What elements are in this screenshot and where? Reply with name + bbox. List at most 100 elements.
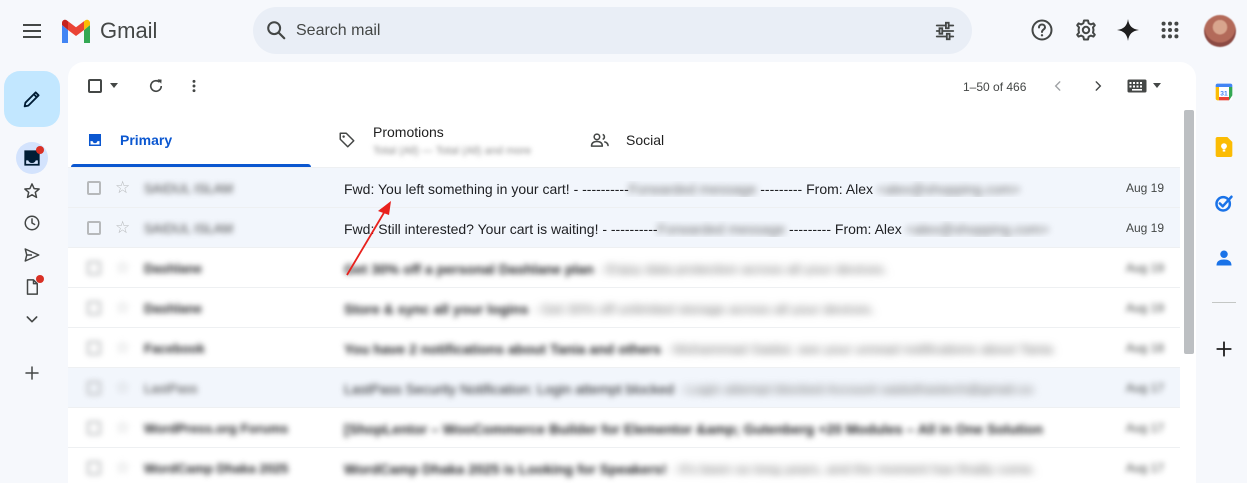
- nav-inbox[interactable]: [16, 142, 48, 174]
- row-checkbox[interactable]: [87, 301, 101, 315]
- tab-primary-label: Primary: [120, 132, 173, 148]
- email-sender: SAIDUL ISLAM: [144, 221, 234, 236]
- main-menu-icon[interactable]: [16, 15, 48, 47]
- refresh-icon[interactable]: [144, 74, 168, 98]
- email-subject: [ShopLentor – WooCommerce Builder for El…: [344, 421, 1043, 437]
- send-icon: [24, 248, 40, 262]
- more-vert-icon[interactable]: [182, 74, 206, 98]
- help-icon[interactable]: [1029, 17, 1055, 43]
- row-checkbox[interactable]: [87, 341, 101, 355]
- tab-promotions-preview: Total (All) — Total (All) and more: [373, 145, 532, 157]
- tab-social[interactable]: Social: [580, 116, 820, 167]
- email-row[interactable]: ☆ Dashlane Get 30% off a personal Dashla…: [68, 247, 1180, 287]
- account-avatar[interactable]: [1204, 15, 1236, 47]
- settings-gear-icon[interactable]: [1073, 17, 1099, 43]
- email-subject: WordCamp Dhaka 2025 is Looking for Speak…: [344, 461, 667, 477]
- star-icon[interactable]: ☆: [115, 378, 130, 398]
- scrollbar-thumb[interactable]: [1184, 110, 1194, 354]
- google-apps-icon[interactable]: [1157, 17, 1183, 43]
- nav-starred[interactable]: [16, 175, 48, 207]
- email-sender: Facebook: [144, 341, 205, 356]
- caret-down-icon: [110, 83, 118, 88]
- email-row[interactable]: ☆ LastPass LastPass Security Notificatio…: [68, 367, 1180, 407]
- email-date: Aug 19: [1125, 301, 1164, 315]
- chevron-left-icon: [1054, 81, 1061, 91]
- email-snippet: --------- From: Alex: [785, 221, 906, 237]
- nav-sent[interactable]: [16, 239, 48, 271]
- email-row[interactable]: ☆ WordCamp Dhaka 2025 WordCamp Dhaka 202…: [68, 447, 1180, 483]
- pagination-range: 1–50 of 466: [963, 80, 1027, 94]
- tab-promotions[interactable]: Promotions Total (All) — Total (All) and…: [320, 116, 572, 167]
- plus-icon: [25, 366, 39, 380]
- newer-page-button[interactable]: [1046, 74, 1070, 98]
- email-sender: Dashlane: [144, 261, 202, 276]
- inbox-unread-badge: [36, 146, 44, 154]
- row-checkbox[interactable]: [87, 461, 101, 475]
- email-date: Aug 17: [1125, 421, 1164, 435]
- star-icon[interactable]: ☆: [115, 218, 130, 238]
- email-subject: Fwd: Still interested? Your cart is wait…: [344, 221, 658, 237]
- clock-icon: [24, 215, 40, 231]
- email-preview: [ShopLentor – WooCommerce Builder for El…: [344, 421, 1084, 437]
- chevron-right-icon: [1095, 81, 1102, 91]
- email-preview: WordCamp Dhaka 2025 is Looking for Speak…: [344, 461, 1084, 477]
- email-snippet-blurred: Forwarded message: [628, 181, 757, 197]
- email-row[interactable]: ☆ Facebook You have 2 notifications abou…: [68, 327, 1180, 367]
- email-row[interactable]: ☆ WordPress.org Forums [ShopLentor – Woo…: [68, 407, 1180, 447]
- row-checkbox[interactable]: [87, 381, 101, 395]
- tab-primary[interactable]: Primary: [68, 116, 311, 167]
- email-snippet: - Get 30% off unlimited storage across a…: [528, 301, 875, 317]
- email-snippet-blurred: Forwarded message: [657, 221, 786, 237]
- row-checkbox[interactable]: [87, 261, 101, 275]
- contacts-icon[interactable]: [1212, 246, 1236, 270]
- email-date: Aug 17: [1125, 381, 1164, 395]
- star-icon[interactable]: ☆: [115, 298, 130, 318]
- keep-icon[interactable]: [1212, 135, 1236, 159]
- gemini-sparkle-icon[interactable]: [1115, 17, 1141, 43]
- star-icon[interactable]: ☆: [115, 258, 130, 278]
- get-addons-plus-icon[interactable]: [1212, 337, 1236, 361]
- email-row[interactable]: ☆ SAIDUL ISLAM Fwd: You left something i…: [68, 167, 1180, 207]
- mail-panel: 1–50 of 466 Primary Promotions Total (Al…: [68, 62, 1196, 483]
- nav-more[interactable]: [16, 303, 48, 335]
- nav-drafts[interactable]: [16, 271, 48, 303]
- email-preview: Fwd: You left something in your cart! - …: [344, 181, 1084, 197]
- nav-snoozed[interactable]: [16, 207, 48, 239]
- email-address-blurred: <alex@shopping.com>: [905, 221, 1050, 237]
- star-icon[interactable]: ☆: [115, 178, 130, 198]
- gmail-logo[interactable]: Gmail: [60, 18, 157, 44]
- chevron-down-icon: [26, 316, 38, 323]
- search-options-icon[interactable]: [934, 20, 956, 42]
- pencil-icon: [23, 91, 40, 108]
- tasks-icon[interactable]: [1212, 191, 1236, 215]
- email-row[interactable]: ☆ Dashlane Store & sync all your logins …: [68, 287, 1180, 327]
- email-preview: LastPass Security Notification: Login at…: [344, 381, 1084, 397]
- email-row[interactable]: ☆ SAIDUL ISLAM Fwd: Still interested? Yo…: [68, 207, 1180, 247]
- scrollbar[interactable]: [1180, 110, 1196, 483]
- search-input[interactable]: Search mail: [296, 22, 380, 40]
- email-subject: Get 30% off a personal Dashlane plan: [344, 261, 594, 277]
- search-icon[interactable]: [265, 19, 287, 41]
- star-icon[interactable]: ☆: [115, 458, 130, 478]
- row-checkbox[interactable]: [87, 421, 101, 435]
- caret-down-icon: [1153, 83, 1161, 88]
- older-page-button[interactable]: [1086, 74, 1110, 98]
- app-name: Gmail: [100, 18, 158, 43]
- email-subject: Fwd: You left something in your cart! - …: [344, 181, 629, 197]
- star-icon[interactable]: ☆: [115, 338, 130, 358]
- checkbox-icon: [88, 79, 102, 93]
- tab-social-label: Social: [626, 132, 665, 148]
- row-checkbox[interactable]: [87, 181, 101, 195]
- calendar-icon[interactable]: 31: [1212, 80, 1236, 104]
- select-all-checkbox[interactable]: [86, 74, 120, 98]
- row-checkbox[interactable]: [87, 221, 101, 235]
- nav-new-label[interactable]: [16, 357, 48, 389]
- compose-button[interactable]: [4, 71, 60, 127]
- email-subject: LastPass Security Notification: Login at…: [344, 381, 674, 397]
- email-subject: Store & sync all your logins: [344, 301, 529, 317]
- search-bar[interactable]: Search mail: [253, 7, 972, 54]
- email-date: Aug 19: [1125, 261, 1164, 275]
- star-icon[interactable]: ☆: [115, 418, 130, 438]
- tag-icon: [339, 132, 355, 148]
- input-tools-button[interactable]: [1124, 74, 1164, 98]
